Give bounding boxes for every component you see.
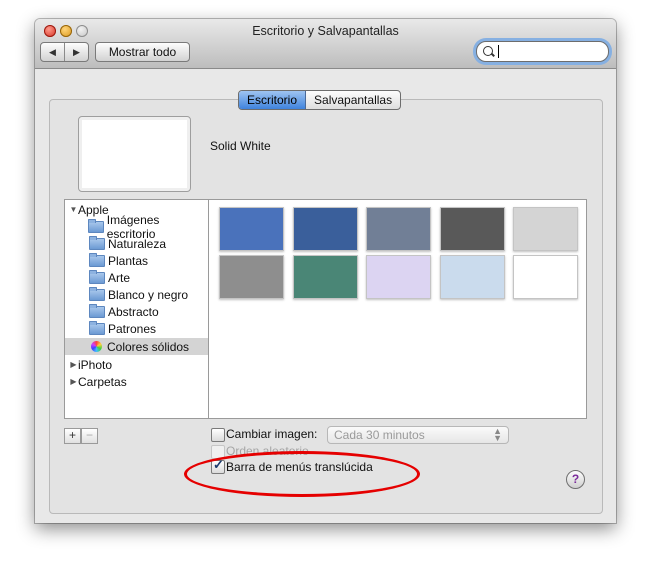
back-arrow-icon: ◀ [49,46,56,57]
desktop-preview [78,116,191,192]
group-label: Apple [78,202,109,217]
color-swatch[interactable] [293,207,358,251]
list-item-label: Arte [108,270,131,285]
title-bar: Escritorio y Salvapantallas ◀ ▶ Mostrar … [35,19,616,69]
color-swatch[interactable] [440,255,505,299]
picture-name: Solid White [210,139,271,153]
list-item[interactable]: Blanco y negro [65,286,208,303]
list-item-label: Colores sólidos [107,339,190,354]
color-swatch[interactable] [219,255,284,299]
interval-popup[interactable]: Cada 30 minutos ▲ ▼ [327,426,509,444]
list-item-label: Patrones [108,321,157,336]
help-button[interactable]: ? [566,470,585,489]
interval-value: Cada 30 minutos [334,428,425,442]
color-swatch[interactable] [366,207,431,251]
color-swatch[interactable] [440,207,505,251]
disclosure-triangle-icon[interactable]: ▼ [69,205,78,214]
disclosure-triangle-icon[interactable]: ▶ [69,360,78,369]
remove-folder-button[interactable]: − [81,428,98,444]
group-iphoto[interactable]: ▶ iPhoto [65,356,208,373]
list-item-label: Naturaleza [108,236,167,251]
color-swatch[interactable] [293,255,358,299]
color-swatch[interactable] [366,255,431,299]
updown-arrows-icon: ▲ ▼ [493,426,502,443]
list-item[interactable]: Naturaleza [65,235,208,252]
list-item[interactable]: Arte [65,269,208,286]
folder-icon [89,320,105,335]
forward-arrow-icon: ▶ [73,46,80,57]
list-item-label: Plantas [108,253,149,268]
folder-icon [89,286,105,301]
source-list[interactable]: ▼ Apple Imágenes escritorio Naturaleza Pl… [64,199,208,419]
swatch-grid [208,199,587,419]
back-button[interactable]: ◀ [41,43,64,61]
tab-escritorio[interactable]: Escritorio [239,91,307,109]
list-item-selected[interactable]: Colores sólidos [65,338,208,355]
list-item-label: Blanco y negro [108,287,189,302]
tab-salvapantallas[interactable]: Salvapantallas [306,91,400,109]
forward-button[interactable]: ▶ [64,43,88,61]
color-wheel-icon [91,341,102,352]
list-item[interactable]: Abstracto [65,303,208,320]
change-picture-label: Cambiar imagen: [226,427,318,441]
preferences-window: Escritorio y Salvapantallas ◀ ▶ Mostrar … [35,19,616,523]
disclosure-triangle-icon[interactable]: ▶ [69,377,78,386]
color-swatch[interactable] [219,207,284,251]
folder-icon [89,235,105,250]
nav-buttons: ◀ ▶ [40,42,89,62]
tab-bar: Escritorio Salvapantallas [238,90,402,110]
color-swatch[interactable] [513,255,578,299]
search-icon [483,46,493,56]
add-folder-button[interactable]: + [64,428,81,444]
search-field[interactable] [476,41,609,62]
folder-icon [89,303,105,318]
group-label: iPhoto [78,357,113,372]
color-swatch[interactable] [513,207,578,251]
folder-icon [88,218,104,233]
window-title: Escritorio y Salvapantallas [252,24,399,38]
list-item[interactable]: Plantas [65,252,208,269]
list-item[interactable]: Imágenes escritorio [65,213,208,241]
group-carpetas[interactable]: ▶ Carpetas [65,373,208,390]
show-all-button[interactable]: Mostrar todo [95,42,190,62]
red-ellipse-annotation [184,451,420,497]
text-caret [498,45,499,58]
folder-icon [89,269,105,284]
folder-icon [89,252,105,267]
change-picture-checkbox[interactable] [211,428,225,442]
list-item[interactable]: Patrones [65,320,208,337]
group-label: Carpetas [78,374,127,389]
list-item-label: Abstracto [108,304,159,319]
